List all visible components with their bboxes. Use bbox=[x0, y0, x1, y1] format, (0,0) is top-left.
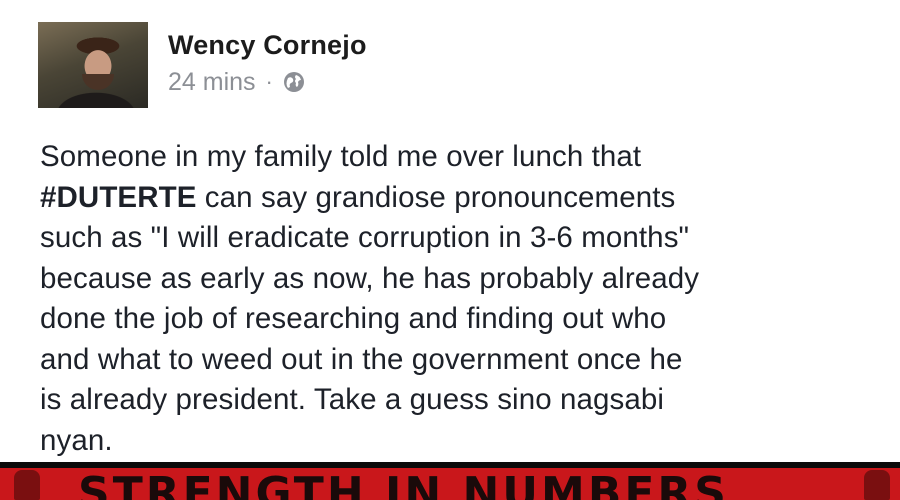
post-header: Wency Cornejo 24 mins · bbox=[38, 22, 367, 108]
post-body-line: done the job of researching and finding … bbox=[40, 299, 890, 340]
line-text: Someone in my family told me over lunch … bbox=[40, 140, 642, 173]
fist-icon bbox=[864, 470, 890, 500]
line-text: nyan. bbox=[40, 423, 113, 457]
post-timestamp[interactable]: 24 mins bbox=[168, 68, 256, 96]
line-text: and what to weed out in the government o… bbox=[40, 342, 683, 376]
post-meta: 24 mins · bbox=[168, 68, 367, 96]
line-text: is already president. Take a guess sino … bbox=[40, 383, 665, 416]
bottom-banner: STRENGTH IN NUMBERS bbox=[0, 462, 900, 500]
line-text: such as "I will eradicate corruption in … bbox=[40, 221, 690, 254]
author-avatar[interactable] bbox=[38, 22, 148, 108]
post-body-line: because as early as now, he has probably… bbox=[40, 259, 890, 300]
post-header-text: Wency Cornejo 24 mins · bbox=[168, 22, 367, 96]
post-body-line: Someone in my family told me over lunch … bbox=[40, 137, 890, 178]
post-body-line: is already president. Take a guess sino … bbox=[40, 380, 890, 421]
hashtag-link[interactable]: #DUTERTE bbox=[40, 181, 197, 214]
banner-title: STRENGTH IN NUMBERS bbox=[78, 468, 729, 500]
line-text: done the job of researching and finding … bbox=[40, 302, 667, 335]
post-body-line: #DUTERTE can say grandiose pronouncement… bbox=[40, 178, 890, 219]
facebook-post-card: Wency Cornejo 24 mins · Someone in my fa… bbox=[0, 0, 900, 462]
globe-icon[interactable] bbox=[283, 71, 305, 93]
post-body: Someone in my family told me over lunch … bbox=[40, 137, 890, 461]
author-name[interactable]: Wency Cornejo bbox=[168, 30, 367, 60]
post-body-line: such as "I will eradicate corruption in … bbox=[40, 218, 890, 259]
avatar-beard bbox=[82, 74, 114, 90]
line-text: can say grandiose pronouncements bbox=[196, 180, 676, 214]
post-body-line: nyan. bbox=[40, 421, 890, 462]
post-body-line: and what to weed out in the government o… bbox=[40, 340, 890, 381]
meta-separator: · bbox=[265, 69, 273, 94]
line-text: because as early as now, he has probably… bbox=[40, 261, 700, 295]
fist-icon bbox=[14, 470, 40, 500]
